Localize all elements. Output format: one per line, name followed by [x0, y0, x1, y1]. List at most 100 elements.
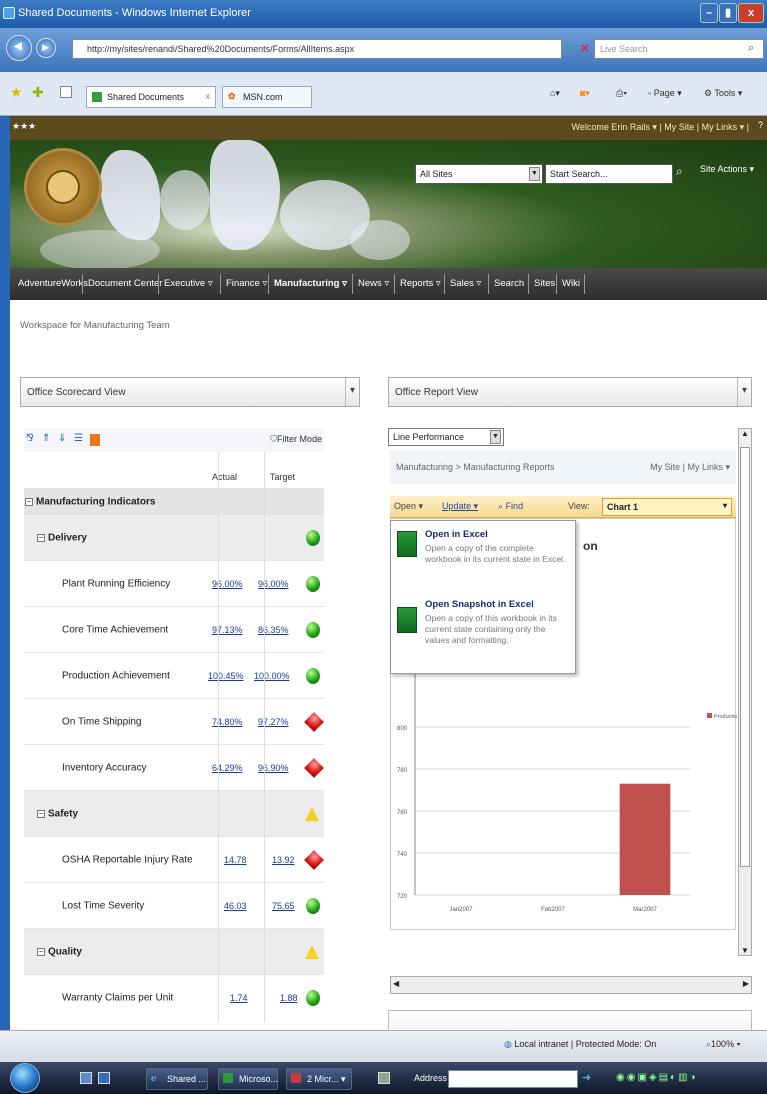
section-row-quality[interactable]: − Quality: [24, 928, 324, 974]
back-button[interactable]: ◀: [6, 35, 32, 61]
kpi-target-value[interactable]: 75.65: [272, 901, 295, 911]
nav-adventureworks[interactable]: AdventureWorks: [18, 278, 88, 289]
kpi-row[interactable]: OSHA Reportable Injury Rate 14.78 13.92: [24, 836, 324, 882]
my-links-menu[interactable]: My Links: [687, 462, 723, 472]
stop-icon[interactable]: ✕: [580, 42, 589, 55]
sort-asc-icon[interactable]: ⇑: [42, 433, 52, 447]
filter-mode-button[interactable]: ⛉Filter Mode: [270, 434, 322, 445]
group-row[interactable]: − Manufacturing Indicators: [24, 488, 324, 514]
nav-wiki[interactable]: Wiki: [562, 278, 580, 289]
collapse-icon[interactable]: −: [25, 497, 33, 506]
kpi-target-value[interactable]: 1.88: [280, 993, 298, 1003]
toolbar-icon[interactable]: [378, 1072, 390, 1084]
kpi-row[interactable]: Production Achievement 100.45% 100.00%: [24, 652, 324, 698]
scroll-right-icon[interactable]: ▶: [743, 979, 749, 988]
sort-desc-icon[interactable]: ⇓: [58, 433, 68, 447]
update-menu-button[interactable]: Update ▾: [442, 501, 478, 512]
search-go-button[interactable]: ⌕: [676, 164, 698, 184]
live-search-input[interactable]: Live Search: [594, 39, 764, 59]
tab-msn[interactable]: ✿ MSN.com: [222, 86, 312, 108]
scroll-up-icon[interactable]: ▲: [741, 429, 749, 438]
tray-icons[interactable]: ◉◉▣◈▤◐▥◑: [616, 1072, 698, 1083]
kpi-actual-value[interactable]: 46.03: [224, 901, 247, 911]
taskbar-item-microsoft[interactable]: Microso...: [218, 1068, 278, 1090]
show-desktop-icon[interactable]: [80, 1072, 92, 1084]
nav-news[interactable]: News ▿: [358, 278, 389, 289]
kpi-row[interactable]: On Time Shipping 74.80% 97.27%: [24, 698, 324, 744]
kpi-actual-value[interactable]: 96.00%: [212, 579, 243, 589]
forward-button[interactable]: ▶: [36, 38, 56, 58]
menu-item-open-snapshot[interactable]: Open Snapshot in Excel Open a copy of th…: [391, 593, 575, 673]
kpi-row[interactable]: Warranty Claims per Unit 1.74 1.88: [24, 974, 324, 1020]
collapse-icon[interactable]: −: [37, 533, 45, 542]
taskbar-item-shared[interactable]: ℯ Shared ...: [146, 1068, 208, 1090]
collapse-icon[interactable]: −: [37, 809, 45, 818]
close-button[interactable]: x: [738, 3, 764, 23]
kpi-actual-value[interactable]: 14.78: [224, 855, 247, 865]
zone-indicator[interactable]: ◍ Local intranet | Protected Mode: On: [504, 1039, 656, 1050]
kpi-target-value[interactable]: 96.90%: [258, 763, 289, 773]
quick-launch-ie-icon[interactable]: [98, 1072, 110, 1084]
url-field[interactable]: http://my/sites/renandi/Shared%20Documen…: [72, 39, 562, 59]
tab-list-icon[interactable]: [60, 86, 72, 98]
go-arrow-icon[interactable]: ➜: [582, 1071, 591, 1084]
expand-icon[interactable]: ⅋: [26, 433, 36, 447]
kpi-actual-value[interactable]: 64.29%: [212, 763, 243, 773]
scroll-down-icon[interactable]: ▼: [741, 946, 749, 955]
help-icon[interactable]: ?: [758, 120, 763, 130]
kpi-row[interactable]: Plant Running Efficiency 96.00% 96.00%: [24, 560, 324, 606]
home-icon[interactable]: ⌂▾: [550, 88, 560, 99]
tab-close-icon[interactable]: x: [206, 91, 211, 101]
find-button[interactable]: ⌕ Find: [498, 501, 523, 512]
my-site-link[interactable]: My Site: [650, 462, 680, 472]
nav-sales[interactable]: Sales ▿: [450, 278, 481, 289]
taskbar-item-2-microsoft[interactable]: 2 Micr... ▾: [286, 1068, 352, 1090]
nav-reports[interactable]: Reports ▿: [400, 278, 441, 289]
kpi-actual-value[interactable]: 100.45%: [208, 671, 244, 681]
kpi-actual-value[interactable]: 1.74: [230, 993, 248, 1003]
feeds-icon[interactable]: ◙▾: [580, 88, 590, 99]
kpi-row[interactable]: Core Time Achievement 97.13% 86.35%: [24, 606, 324, 652]
nav-search[interactable]: Search: [494, 278, 524, 289]
my-links-menu[interactable]: My Links: [702, 122, 738, 132]
kpi-row[interactable]: Inventory Accuracy 64.29% 96.90%: [24, 744, 324, 790]
my-site-link[interactable]: My Site: [664, 122, 694, 132]
section-row-safety[interactable]: − Safety: [24, 790, 324, 836]
horizontal-scrollbar[interactable]: ◀ ▶: [390, 976, 752, 994]
webpart-menu-button[interactable]: ▾: [345, 378, 359, 406]
site-actions-menu[interactable]: Site Actions ▾: [700, 164, 754, 175]
page-menu[interactable]: ▫ Page ▾: [648, 88, 682, 99]
kpi-target-value[interactable]: 97.27%: [258, 717, 289, 727]
kpi-actual-value[interactable]: 74.80%: [212, 717, 243, 727]
kpi-target-value[interactable]: 86.35%: [258, 625, 289, 635]
open-menu-button[interactable]: Open ▾: [394, 501, 423, 512]
maximize-button[interactable]: ▮: [719, 3, 737, 23]
tools-menu[interactable]: ⚙ Tools ▾: [704, 88, 742, 99]
columns-icon[interactable]: ☰: [74, 433, 84, 447]
kpi-target-value[interactable]: 100.00%: [254, 671, 290, 681]
zoom-control[interactable]: ⌕100% ▾: [706, 1039, 740, 1050]
favorites-star-icon[interactable]: ★: [10, 84, 23, 101]
nav-finance[interactable]: Finance ▿: [226, 278, 267, 289]
minimize-button[interactable]: –: [700, 3, 718, 23]
webpart-menu-button[interactable]: ▾: [737, 378, 751, 406]
nav-executive[interactable]: Executive ▿: [164, 278, 213, 289]
add-favorites-icon[interactable]: ✚: [32, 84, 44, 101]
report-view-select[interactable]: Line Performance ▼: [388, 428, 504, 446]
welcome-menu[interactable]: Welcome Erin Rails: [572, 122, 650, 132]
print-icon[interactable]: ⎙▾: [616, 88, 627, 99]
kpi-target-value[interactable]: 96.00%: [258, 579, 289, 589]
section-row-delivery[interactable]: − Delivery: [24, 514, 324, 560]
scroll-thumb[interactable]: [740, 447, 750, 867]
kpi-row[interactable]: Lost Time Severity 46.03 75.65: [24, 882, 324, 928]
site-search-input[interactable]: Start Search...: [545, 164, 673, 184]
refresh-icon[interactable]: ↻: [566, 43, 574, 54]
breadcrumb[interactable]: Manufacturing > Manufacturing Reports: [396, 462, 554, 472]
start-button[interactable]: [10, 1063, 40, 1093]
nav-sites[interactable]: Sites: [534, 278, 555, 289]
tab-shared-documents[interactable]: Shared Documents x: [86, 86, 216, 108]
search-icon[interactable]: ⌕: [748, 42, 754, 55]
kpi-target-value[interactable]: 13.92: [272, 855, 295, 865]
collapse-icon[interactable]: −: [37, 947, 45, 956]
export-icon[interactable]: [90, 434, 100, 446]
